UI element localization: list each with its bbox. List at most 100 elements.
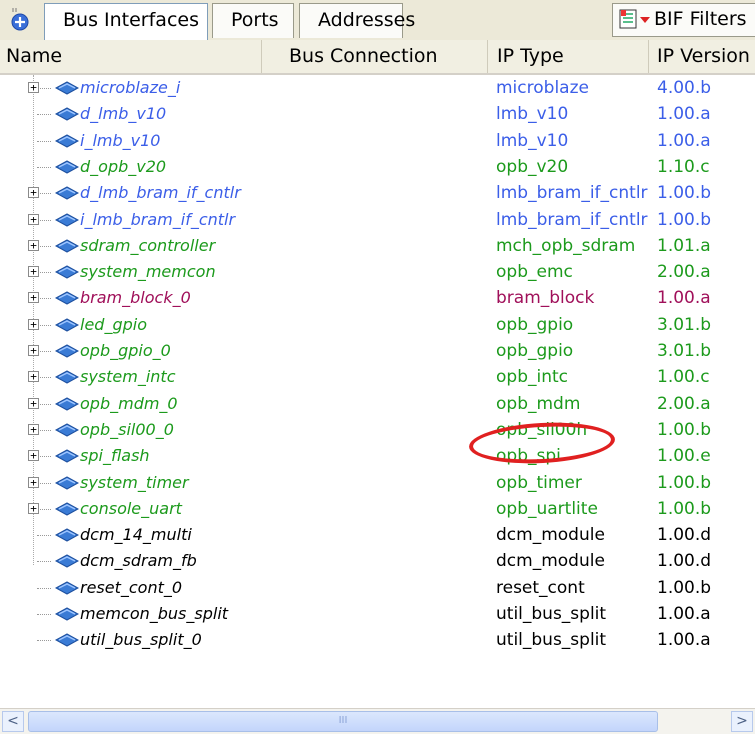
tab-bar: Bus Interfaces Ports Addresses BIF Filte… (0, 0, 755, 41)
component-name: d_lmb_bram_if_cntlr (80, 183, 241, 203)
tree-connector (37, 417, 51, 431)
ip-version-cell: 1.00.d (657, 525, 712, 546)
expand-icon[interactable]: + (28, 450, 39, 462)
table-row[interactable]: + console_uart opb_uartlite 1.00.b (0, 496, 755, 522)
table-row[interactable]: util_bus_split_0 util_bus_split 1.00.a (0, 627, 755, 653)
component-icon (55, 318, 79, 332)
component-icon (55, 423, 79, 437)
ip-version-cell: 1.00.b (657, 498, 712, 519)
column-header-label: Bus Connection (289, 45, 438, 67)
ip-type-cell: dcm_module (496, 525, 605, 546)
component-name: system_timer (80, 472, 189, 492)
horizontal-scrollbar[interactable]: < III > (0, 708, 755, 734)
column-header-ip-version[interactable]: IP Version (649, 40, 755, 73)
ip-type-cell: opb_emc (496, 262, 573, 283)
table-row[interactable]: + bram_block_0 bram_block 1.00.a (0, 285, 755, 311)
ip-type-cell: opb_gpio (496, 314, 574, 335)
expand-all-icon[interactable] (8, 6, 32, 32)
expand-icon[interactable]: + (28, 266, 39, 278)
expand-icon[interactable]: + (28, 397, 39, 409)
component-icon (55, 397, 79, 411)
scroll-left-button[interactable]: < (2, 711, 24, 732)
component-icon (55, 107, 79, 121)
tree-connector (37, 548, 51, 563)
expand-icon[interactable]: + (28, 345, 39, 356)
expand-icon[interactable]: + (28, 318, 39, 330)
table-row[interactable]: + i_lmb_bram_if_cntlr lmb_bram_if_cntlr 1.0… (0, 207, 755, 233)
column-header-bus-connection[interactable]: Bus Connection (262, 40, 488, 73)
table-row[interactable]: + d_lmb_bram_if_cntlr lmb_bram_if_cntlr 1.0… (0, 180, 755, 206)
tree-connector (37, 312, 51, 326)
ip-type-cell: util_bus_split (496, 630, 607, 651)
bif-filters-label: BIF Filters (654, 8, 747, 30)
ip-version-cell: 1.00.c (657, 367, 710, 388)
expand-icon[interactable]: + (28, 213, 39, 225)
table-row[interactable]: + system_memcon opb_emc 2.00.a (0, 259, 755, 285)
component-name: memcon_bus_split (80, 604, 229, 623)
expand-icon[interactable]: + (28, 292, 39, 304)
ip-version-cell: 2.00.a (657, 262, 711, 283)
component-name: opb_sil00_0 (80, 419, 174, 439)
expand-icon[interactable]: + (28, 502, 39, 514)
scroll-thumb[interactable]: III (28, 711, 658, 732)
tree-connector (37, 180, 51, 195)
tree-connector (37, 285, 51, 300)
component-name: dcm_sdram_fb (80, 551, 197, 571)
table-row[interactable]: memcon_bus_split util_bus_split 1.00.a (0, 601, 755, 627)
component-icon (55, 449, 79, 463)
ip-type-cell: mch_opb_sdram (496, 235, 636, 256)
table-row[interactable]: d_lmb_v10 lmb_v10 1.00.a (0, 101, 755, 127)
table-row[interactable]: reset_cont_0 reset_cont 1.00.b (0, 575, 755, 601)
table-row[interactable]: + led_gpio opb_gpio 3.01.b (0, 312, 755, 338)
component-name: system_memcon (80, 262, 216, 282)
table-row[interactable]: + system_intc opb_intc 1.00.c (0, 364, 755, 390)
tree-connector (37, 154, 51, 168)
component-icon (55, 475, 79, 490)
component-icon (55, 554, 79, 568)
tab-addresses[interactable]: Addresses (299, 3, 415, 38)
component-name: reset_cont_0 (80, 577, 183, 597)
expand-icon[interactable]: + (28, 476, 39, 488)
table-row[interactable]: dcm_14_multi dcm_module 1.00.d (0, 522, 755, 548)
tree-connector (37, 496, 51, 510)
ip-version-cell: 1.00.a (657, 130, 711, 151)
scroll-right-button[interactable]: > (731, 711, 753, 732)
table-row[interactable]: d_opb_v20 opb_v20 1.10.c (0, 154, 755, 180)
column-header-ip-type[interactable]: IP Type (488, 40, 649, 73)
ip-version-cell: 1.00.b (657, 577, 712, 598)
table-row[interactable]: + opb_mdm_0 opb_mdm 2.00.a (0, 391, 755, 417)
ip-version-cell: 1.00.a (657, 630, 711, 651)
ip-type-cell: lmb_bram_if_cntlr (496, 183, 648, 204)
table-row[interactable]: + opb_sil00_0 opb_sil00h 1.00.b (0, 417, 755, 443)
tab-label: Addresses (318, 9, 416, 31)
component-name: d_lmb_v10 (80, 104, 167, 124)
expand-icon[interactable]: + (28, 82, 39, 93)
expand-icon[interactable]: + (28, 423, 39, 435)
tab-ports[interactable]: Ports (212, 3, 294, 38)
table-row[interactable]: + microblaze_i microblaze 4.00.b (0, 75, 755, 101)
column-header-name[interactable]: Name (0, 40, 262, 73)
table-row[interactable]: + system_timer opb_timer 1.00.b (0, 470, 755, 496)
table-row[interactable]: dcm_sdram_fb dcm_module 1.00.d (0, 548, 755, 574)
ip-version-cell: 2.00.a (657, 393, 711, 414)
component-name: microblaze_i (80, 78, 181, 97)
chevron-left-icon: < (7, 713, 19, 729)
ip-version-cell: 1.00.a (657, 288, 711, 309)
component-icon (55, 81, 79, 95)
expand-icon[interactable]: + (28, 371, 39, 383)
expand-icon[interactable]: + (28, 187, 39, 199)
ip-type-cell: lmb_bram_if_cntlr (496, 209, 648, 230)
column-header-label: IP Version (657, 45, 750, 67)
table-row[interactable]: i_lmb_v10 lmb_v10 1.00.a (0, 128, 755, 154)
tab-bus-interfaces[interactable]: Bus Interfaces (44, 3, 208, 40)
bif-filters-button[interactable]: BIF Filters (612, 3, 755, 37)
component-icon (55, 186, 79, 200)
table-row[interactable]: + opb_gpio_0 opb_gpio 3.01.b (0, 338, 755, 364)
table-row[interactable]: + spi_flash opb_spi 1.00.e (0, 443, 755, 469)
component-name: d_opb_v20 (80, 156, 167, 176)
expand-icon[interactable]: + (28, 239, 39, 251)
tree-connector (37, 364, 51, 379)
component-icon (55, 502, 79, 516)
table-row[interactable]: + sdram_controller mch_opb_sdram 1.01.a (0, 233, 755, 259)
component-icon (55, 633, 79, 647)
